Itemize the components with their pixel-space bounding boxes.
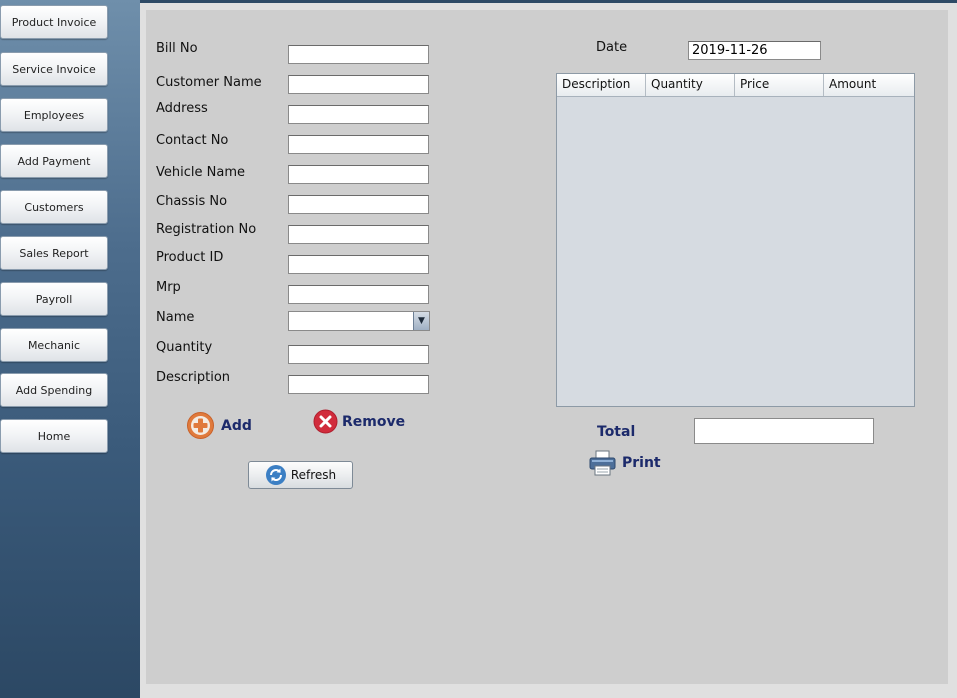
sidebar-item-add-spending[interactable]: Add Spending [0, 373, 108, 407]
refresh-button[interactable]: Refresh [248, 461, 353, 489]
sidebar-item-home[interactable]: Home [0, 419, 108, 453]
vehicle-name-label: Vehicle Name [156, 165, 245, 180]
vehicle-name-field[interactable] [288, 165, 429, 184]
contact-no-field[interactable] [288, 135, 429, 154]
sidebar-item-customers[interactable]: Customers [0, 190, 108, 224]
add-circle-icon [187, 412, 214, 439]
chassis-no-field[interactable] [288, 195, 429, 214]
table-header: Description Quantity Price Amount [557, 74, 914, 97]
sidebar-item-employees[interactable]: Employees [0, 98, 108, 132]
add-button-label: Add [221, 417, 252, 434]
bill-no-label: Bill No [156, 41, 198, 56]
sidebar: Product Invoice Service Invoice Employee… [0, 0, 140, 698]
bill-no-field[interactable] [288, 45, 429, 64]
quantity-field[interactable] [288, 345, 429, 364]
sidebar-item-add-payment[interactable]: Add Payment [0, 144, 108, 178]
contact-no-label: Contact No [156, 133, 229, 148]
date-field[interactable] [688, 41, 821, 60]
print-button[interactable]: Print [588, 450, 661, 476]
remove-button-label: Remove [342, 413, 406, 430]
add-button[interactable]: Add [186, 411, 252, 440]
description-field[interactable] [288, 375, 429, 394]
refresh-button-label: Refresh [290, 468, 337, 482]
refresh-icon [265, 465, 286, 485]
sidebar-item-product-invoice[interactable]: Product Invoice [0, 5, 108, 39]
column-header-description[interactable]: Description [557, 74, 646, 96]
printer-icon [589, 450, 616, 476]
sidebar-item-payroll[interactable]: Payroll [0, 282, 108, 316]
chassis-no-label: Chassis No [156, 194, 228, 209]
address-label: Address [156, 101, 208, 116]
product-id-label: Product ID [156, 250, 224, 265]
total-field[interactable] [694, 418, 874, 444]
total-label: Total [597, 424, 636, 440]
sidebar-item-mechanic[interactable]: Mechanic [0, 328, 108, 362]
customer-name-field[interactable] [288, 75, 429, 94]
column-header-amount[interactable]: Amount [824, 74, 914, 96]
mrp-field[interactable] [288, 285, 429, 304]
invoice-items-table[interactable]: Description Quantity Price Amount [556, 73, 915, 407]
sidebar-item-service-invoice[interactable]: Service Invoice [0, 52, 108, 86]
registration-no-field[interactable] [288, 225, 429, 244]
mrp-label: Mrp [156, 280, 181, 295]
date-label: Date [596, 40, 628, 55]
registration-no-label: Registration No [156, 222, 257, 237]
column-header-price[interactable]: Price [735, 74, 824, 96]
name-label: Name [156, 310, 195, 325]
name-select[interactable]: ▼ [288, 311, 430, 331]
address-field[interactable] [288, 105, 429, 124]
quantity-label: Quantity [156, 340, 213, 355]
table-body[interactable] [557, 97, 914, 406]
column-header-quantity[interactable]: Quantity [646, 74, 735, 96]
customer-name-label: Customer Name [156, 75, 262, 90]
chevron-down-icon[interactable]: ▼ [413, 312, 429, 330]
remove-circle-icon [313, 409, 338, 434]
print-button-label: Print [622, 455, 661, 471]
product-id-field[interactable] [288, 255, 429, 274]
sidebar-item-sales-report[interactable]: Sales Report [0, 236, 108, 270]
remove-button[interactable]: Remove [313, 409, 405, 434]
description-label: Description [156, 370, 231, 385]
